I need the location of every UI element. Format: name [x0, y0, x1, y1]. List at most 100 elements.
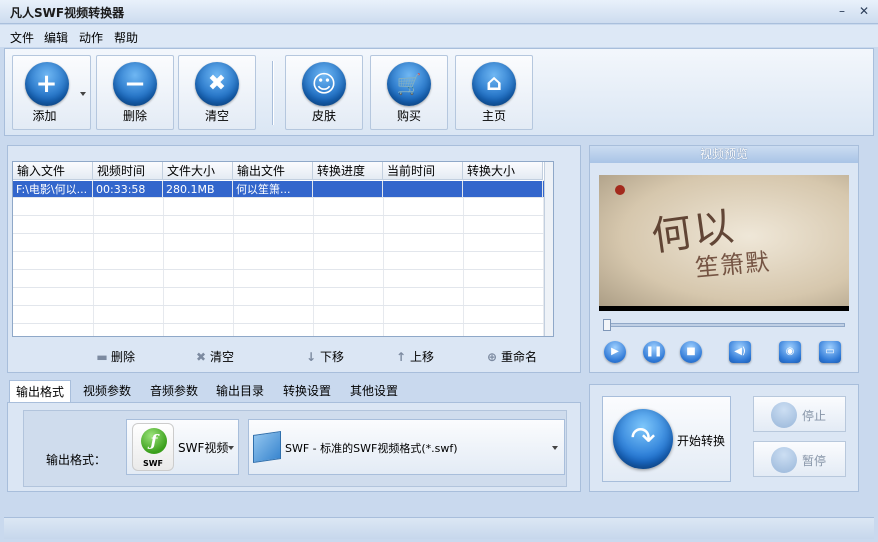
- cell-video-time: 00:33:58: [93, 181, 163, 198]
- video-preview-panel: 视频预览 何以 笙箫默 ▶ ❚❚ ■ ◀) ◉ ▭: [589, 145, 859, 373]
- camera-icon[interactable]: ◉: [779, 341, 801, 363]
- format-button-label: SWF视频: [178, 441, 229, 455]
- list-delete-button[interactable]: ▬ 删除: [95, 348, 135, 365]
- column-header-output-file[interactable]: 输出文件: [233, 162, 313, 180]
- table-row-empty: [13, 217, 545, 234]
- cell-progress: [313, 181, 383, 198]
- preview-screen: 何以 笙箫默: [599, 175, 849, 311]
- move-down-label: 下移: [320, 350, 345, 364]
- add-label: 添加: [32, 109, 57, 123]
- tab-other-settings[interactable]: 其他设置: [344, 380, 404, 402]
- clear-button[interactable]: ✖ 清空: [178, 55, 256, 130]
- channel-logo-icon: [615, 185, 625, 195]
- pause-icon[interactable]: ❚❚: [643, 341, 665, 363]
- pause-button[interactable]: 暂停: [753, 441, 846, 477]
- buy-button[interactable]: 🛒 购买: [370, 55, 448, 130]
- preview-letterbox: [599, 306, 849, 311]
- format-button[interactable]: ƒ SWF SWF视频: [126, 419, 239, 475]
- format-select-value: SWF - 标准的SWF视频格式(*.swf): [285, 442, 458, 455]
- rename-button[interactable]: ⊕ 重命名: [485, 348, 537, 365]
- column-header-input-file[interactable]: 输入文件: [13, 162, 93, 180]
- list-actions: ▬ 删除 ✖ 清空 ↓ 下移 ↑ 上移 ⊕ 重命名: [8, 346, 582, 366]
- chevron-down-icon: [228, 446, 234, 450]
- smiley-icon: ☺: [302, 62, 346, 106]
- column-header-progress[interactable]: 转换进度: [313, 162, 383, 180]
- table-row-empty: [13, 289, 545, 306]
- delete-label: 删除: [122, 109, 147, 123]
- play-icon[interactable]: ▶: [604, 341, 626, 363]
- start-convert-button[interactable]: ↷ 开始转换: [602, 396, 731, 482]
- chevron-down-icon[interactable]: [80, 92, 86, 96]
- add-button[interactable]: + 添加: [12, 55, 91, 130]
- move-down-button[interactable]: ↓ 下移: [304, 348, 344, 365]
- cell-output-file: 何以笙箫...: [233, 181, 313, 198]
- menu-file[interactable]: 文件: [10, 29, 34, 46]
- skin-button[interactable]: ☺ 皮肤: [285, 55, 363, 130]
- window-title: 凡人SWF视频转换器: [10, 6, 125, 20]
- preview-title-art-2: 笙箫默: [694, 247, 772, 283]
- rename-label: 重命名: [501, 350, 538, 364]
- column-header-converted-size[interactable]: 转换大小: [463, 162, 543, 180]
- tab-output-format[interactable]: 输出格式: [9, 380, 72, 403]
- swf-icon: ƒ SWF: [132, 423, 174, 471]
- x-icon: ✖: [195, 349, 207, 364]
- tab-video-params[interactable]: 视频参数: [77, 380, 137, 402]
- rename-icon: ⊕: [486, 349, 498, 364]
- menu-action[interactable]: 动作: [79, 29, 103, 46]
- column-header-video-time[interactable]: 视频时间: [93, 162, 163, 180]
- menu-bar: 文件 编辑 动作 帮助: [0, 25, 878, 47]
- pause-label: 暂停: [802, 454, 827, 468]
- folder-icon[interactable]: ▭: [819, 341, 841, 363]
- column-header-current-time[interactable]: 当前时间: [383, 162, 463, 180]
- seek-handle[interactable]: [603, 319, 611, 331]
- table-scrollbar[interactable]: [544, 162, 553, 336]
- table-row-empty: [13, 199, 545, 216]
- clear-label: 清空: [204, 109, 229, 123]
- close-icon[interactable]: ✕: [856, 4, 872, 18]
- table-row-empty: [13, 271, 545, 288]
- minimize-icon[interactable]: –: [834, 4, 850, 18]
- menu-help[interactable]: 帮助: [114, 29, 138, 46]
- list-clear-button[interactable]: ✖ 清空: [194, 348, 234, 365]
- menu-edit[interactable]: 编辑: [44, 29, 68, 46]
- file-table[interactable]: 输入文件 视频时间 文件大小 输出文件 转换进度 当前时间 转换大小 F:\电影…: [12, 161, 554, 337]
- pause-icon: [771, 447, 797, 473]
- output-format-group: 输出格式： ƒ SWF SWF视频 SWF - 标准的SWF视频格式(*.swf…: [23, 410, 567, 487]
- table-row-empty: [13, 307, 545, 324]
- start-convert-label: 开始转换: [677, 434, 726, 448]
- buy-label: 购买: [396, 109, 421, 123]
- output-format-label: 输出格式：: [46, 453, 107, 467]
- file-list-panel: 输入文件 视频时间 文件大小 输出文件 转换进度 当前时间 转换大小 F:\电影…: [7, 145, 581, 373]
- x-icon: ✖: [195, 62, 239, 106]
- format-cube-icon: [253, 431, 281, 463]
- list-clear-label: 清空: [210, 350, 235, 364]
- cell-converted-size: [463, 181, 543, 198]
- stop-button[interactable]: 停止: [753, 396, 846, 432]
- skin-label: 皮肤: [311, 109, 336, 123]
- home-label: 主页: [481, 109, 506, 123]
- stop-icon[interactable]: ■: [680, 341, 702, 363]
- move-up-label: 上移: [410, 350, 435, 364]
- tab-convert-settings[interactable]: 转换设置: [277, 380, 337, 402]
- table-row[interactable]: F:\电影\何以... 00:33:58 280.1MB 何以笙箫...: [13, 181, 545, 198]
- move-up-button[interactable]: ↑ 上移: [394, 348, 434, 365]
- conversion-controls: ↷ 开始转换 停止 暂停: [589, 384, 859, 492]
- tab-audio-params[interactable]: 音频参数: [144, 380, 204, 402]
- minus-icon: ▬: [96, 349, 108, 364]
- cart-icon: 🛒: [387, 62, 431, 106]
- add-icon: +: [24, 62, 69, 106]
- seek-bar[interactable]: [603, 323, 845, 327]
- cell-file-size: 280.1MB: [163, 181, 233, 198]
- title-bar: 凡人SWF视频转换器 – ✕: [0, 0, 878, 24]
- column-header-file-size[interactable]: 文件大小: [163, 162, 233, 180]
- delete-button[interactable]: − 删除: [96, 55, 174, 130]
- list-delete-label: 删除: [111, 350, 136, 364]
- volume-icon[interactable]: ◀): [729, 341, 751, 363]
- home-button[interactable]: ⌂ 主页: [455, 55, 533, 130]
- table-row-empty: [13, 235, 545, 252]
- tab-output-dir[interactable]: 输出目录: [210, 380, 270, 402]
- status-bar: [4, 517, 874, 539]
- stop-label: 停止: [802, 409, 827, 423]
- format-select[interactable]: SWF - 标准的SWF视频格式(*.swf): [248, 419, 565, 475]
- settings-tabs: 输出格式 视频参数 音频参数 输出目录 转换设置 其他设置: [7, 380, 581, 403]
